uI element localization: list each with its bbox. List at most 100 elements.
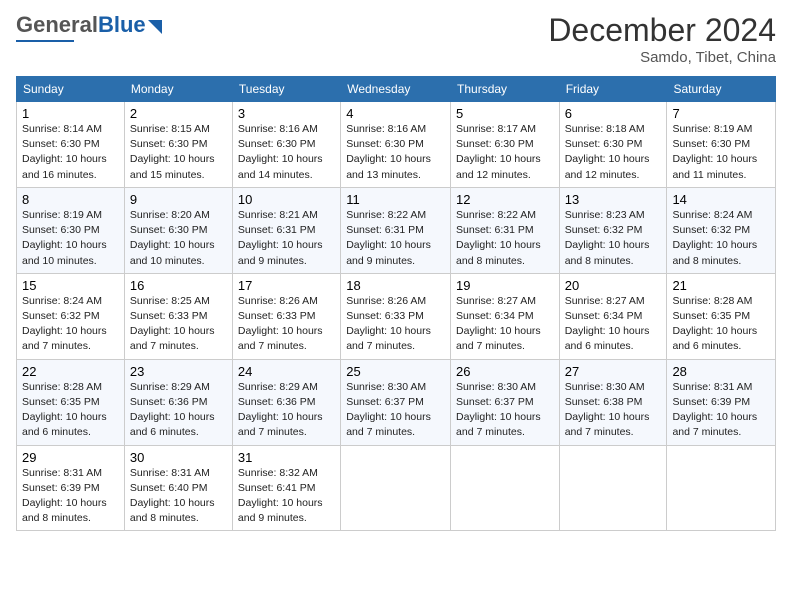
day-info: Sunrise: 8:24 AMSunset: 6:32 PMDaylight:… xyxy=(22,294,119,355)
table-row: 23Sunrise: 8:29 AMSunset: 6:36 PMDayligh… xyxy=(124,359,232,445)
day-info: Sunrise: 8:30 AMSunset: 6:38 PMDaylight:… xyxy=(565,380,662,441)
calendar-week-row: 1Sunrise: 8:14 AMSunset: 6:30 PMDaylight… xyxy=(17,102,776,188)
col-saturday: Saturday xyxy=(667,77,776,102)
day-number: 24 xyxy=(238,364,335,379)
day-number: 9 xyxy=(130,192,227,207)
title-area: December 2024 Samdo, Tibet, China xyxy=(548,12,776,66)
table-row: 10Sunrise: 8:21 AMSunset: 6:31 PMDayligh… xyxy=(232,187,340,273)
day-info: Sunrise: 8:30 AMSunset: 6:37 PMDaylight:… xyxy=(456,380,554,441)
day-number: 6 xyxy=(565,106,662,121)
logo-triangle-icon xyxy=(148,20,162,34)
col-wednesday: Wednesday xyxy=(341,77,451,102)
table-row: 29Sunrise: 8:31 AMSunset: 6:39 PMDayligh… xyxy=(17,445,125,531)
location-subtitle: Samdo, Tibet, China xyxy=(548,49,776,66)
table-row: 28Sunrise: 8:31 AMSunset: 6:39 PMDayligh… xyxy=(667,359,776,445)
day-number: 10 xyxy=(238,192,335,207)
day-number: 21 xyxy=(672,278,770,293)
day-info: Sunrise: 8:27 AMSunset: 6:34 PMDaylight:… xyxy=(565,294,662,355)
day-info: Sunrise: 8:23 AMSunset: 6:32 PMDaylight:… xyxy=(565,208,662,269)
day-info: Sunrise: 8:16 AMSunset: 6:30 PMDaylight:… xyxy=(238,122,335,183)
day-info: Sunrise: 8:22 AMSunset: 6:31 PMDaylight:… xyxy=(456,208,554,269)
day-info: Sunrise: 8:22 AMSunset: 6:31 PMDaylight:… xyxy=(346,208,445,269)
table-row xyxy=(559,445,667,531)
table-row: 20Sunrise: 8:27 AMSunset: 6:34 PMDayligh… xyxy=(559,273,667,359)
table-row: 22Sunrise: 8:28 AMSunset: 6:35 PMDayligh… xyxy=(17,359,125,445)
day-info: Sunrise: 8:27 AMSunset: 6:34 PMDaylight:… xyxy=(456,294,554,355)
day-info: Sunrise: 8:26 AMSunset: 6:33 PMDaylight:… xyxy=(238,294,335,355)
day-number: 15 xyxy=(22,278,119,293)
day-info: Sunrise: 8:21 AMSunset: 6:31 PMDaylight:… xyxy=(238,208,335,269)
day-number: 20 xyxy=(565,278,662,293)
day-number: 31 xyxy=(238,450,335,465)
logo-underline xyxy=(16,40,74,42)
calendar-week-row: 15Sunrise: 8:24 AMSunset: 6:32 PMDayligh… xyxy=(17,273,776,359)
table-row: 26Sunrise: 8:30 AMSunset: 6:37 PMDayligh… xyxy=(451,359,560,445)
table-row: 17Sunrise: 8:26 AMSunset: 6:33 PMDayligh… xyxy=(232,273,340,359)
day-info: Sunrise: 8:18 AMSunset: 6:30 PMDaylight:… xyxy=(565,122,662,183)
table-row: 1Sunrise: 8:14 AMSunset: 6:30 PMDaylight… xyxy=(17,102,125,188)
day-number: 30 xyxy=(130,450,227,465)
day-info: Sunrise: 8:28 AMSunset: 6:35 PMDaylight:… xyxy=(22,380,119,441)
day-number: 18 xyxy=(346,278,445,293)
day-info: Sunrise: 8:31 AMSunset: 6:39 PMDaylight:… xyxy=(672,380,770,441)
calendar-table: Sunday Monday Tuesday Wednesday Thursday… xyxy=(16,76,776,531)
day-info: Sunrise: 8:15 AMSunset: 6:30 PMDaylight:… xyxy=(130,122,227,183)
table-row: 30Sunrise: 8:31 AMSunset: 6:40 PMDayligh… xyxy=(124,445,232,531)
day-info: Sunrise: 8:29 AMSunset: 6:36 PMDaylight:… xyxy=(238,380,335,441)
logo: General Blue xyxy=(16,12,162,42)
table-row: 15Sunrise: 8:24 AMSunset: 6:32 PMDayligh… xyxy=(17,273,125,359)
col-thursday: Thursday xyxy=(451,77,560,102)
table-row: 25Sunrise: 8:30 AMSunset: 6:37 PMDayligh… xyxy=(341,359,451,445)
table-row: 6Sunrise: 8:18 AMSunset: 6:30 PMDaylight… xyxy=(559,102,667,188)
table-row: 14Sunrise: 8:24 AMSunset: 6:32 PMDayligh… xyxy=(667,187,776,273)
day-number: 5 xyxy=(456,106,554,121)
day-number: 7 xyxy=(672,106,770,121)
day-number: 11 xyxy=(346,192,445,207)
day-info: Sunrise: 8:30 AMSunset: 6:37 PMDaylight:… xyxy=(346,380,445,441)
table-row: 21Sunrise: 8:28 AMSunset: 6:35 PMDayligh… xyxy=(667,273,776,359)
table-row: 7Sunrise: 8:19 AMSunset: 6:30 PMDaylight… xyxy=(667,102,776,188)
day-number: 3 xyxy=(238,106,335,121)
day-info: Sunrise: 8:31 AMSunset: 6:40 PMDaylight:… xyxy=(130,466,227,527)
col-tuesday: Tuesday xyxy=(232,77,340,102)
table-row: 27Sunrise: 8:30 AMSunset: 6:38 PMDayligh… xyxy=(559,359,667,445)
month-title: December 2024 xyxy=(548,12,776,49)
day-info: Sunrise: 8:24 AMSunset: 6:32 PMDaylight:… xyxy=(672,208,770,269)
table-row: 8Sunrise: 8:19 AMSunset: 6:30 PMDaylight… xyxy=(17,187,125,273)
col-sunday: Sunday xyxy=(17,77,125,102)
logo-blue-text: Blue xyxy=(98,12,146,38)
table-row: 18Sunrise: 8:26 AMSunset: 6:33 PMDayligh… xyxy=(341,273,451,359)
day-info: Sunrise: 8:17 AMSunset: 6:30 PMDaylight:… xyxy=(456,122,554,183)
day-number: 27 xyxy=(565,364,662,379)
page-container: General Blue December 2024 Samdo, Tibet,… xyxy=(0,0,792,539)
col-friday: Friday xyxy=(559,77,667,102)
day-number: 23 xyxy=(130,364,227,379)
table-row: 31Sunrise: 8:32 AMSunset: 6:41 PMDayligh… xyxy=(232,445,340,531)
day-info: Sunrise: 8:32 AMSunset: 6:41 PMDaylight:… xyxy=(238,466,335,527)
table-row: 9Sunrise: 8:20 AMSunset: 6:30 PMDaylight… xyxy=(124,187,232,273)
day-number: 8 xyxy=(22,192,119,207)
logo-general-text: General xyxy=(16,12,98,38)
table-row: 2Sunrise: 8:15 AMSunset: 6:30 PMDaylight… xyxy=(124,102,232,188)
table-row xyxy=(341,445,451,531)
day-info: Sunrise: 8:20 AMSunset: 6:30 PMDaylight:… xyxy=(130,208,227,269)
table-row: 19Sunrise: 8:27 AMSunset: 6:34 PMDayligh… xyxy=(451,273,560,359)
calendar-week-row: 29Sunrise: 8:31 AMSunset: 6:39 PMDayligh… xyxy=(17,445,776,531)
day-number: 14 xyxy=(672,192,770,207)
day-info: Sunrise: 8:25 AMSunset: 6:33 PMDaylight:… xyxy=(130,294,227,355)
day-info: Sunrise: 8:29 AMSunset: 6:36 PMDaylight:… xyxy=(130,380,227,441)
day-info: Sunrise: 8:19 AMSunset: 6:30 PMDaylight:… xyxy=(672,122,770,183)
calendar-week-row: 8Sunrise: 8:19 AMSunset: 6:30 PMDaylight… xyxy=(17,187,776,273)
day-info: Sunrise: 8:16 AMSunset: 6:30 PMDaylight:… xyxy=(346,122,445,183)
table-row: 5Sunrise: 8:17 AMSunset: 6:30 PMDaylight… xyxy=(451,102,560,188)
table-row: 12Sunrise: 8:22 AMSunset: 6:31 PMDayligh… xyxy=(451,187,560,273)
table-row: 4Sunrise: 8:16 AMSunset: 6:30 PMDaylight… xyxy=(341,102,451,188)
header: General Blue December 2024 Samdo, Tibet,… xyxy=(16,12,776,66)
day-info: Sunrise: 8:31 AMSunset: 6:39 PMDaylight:… xyxy=(22,466,119,527)
day-info: Sunrise: 8:28 AMSunset: 6:35 PMDaylight:… xyxy=(672,294,770,355)
day-number: 12 xyxy=(456,192,554,207)
table-row: 24Sunrise: 8:29 AMSunset: 6:36 PMDayligh… xyxy=(232,359,340,445)
col-monday: Monday xyxy=(124,77,232,102)
table-row: 16Sunrise: 8:25 AMSunset: 6:33 PMDayligh… xyxy=(124,273,232,359)
day-number: 17 xyxy=(238,278,335,293)
